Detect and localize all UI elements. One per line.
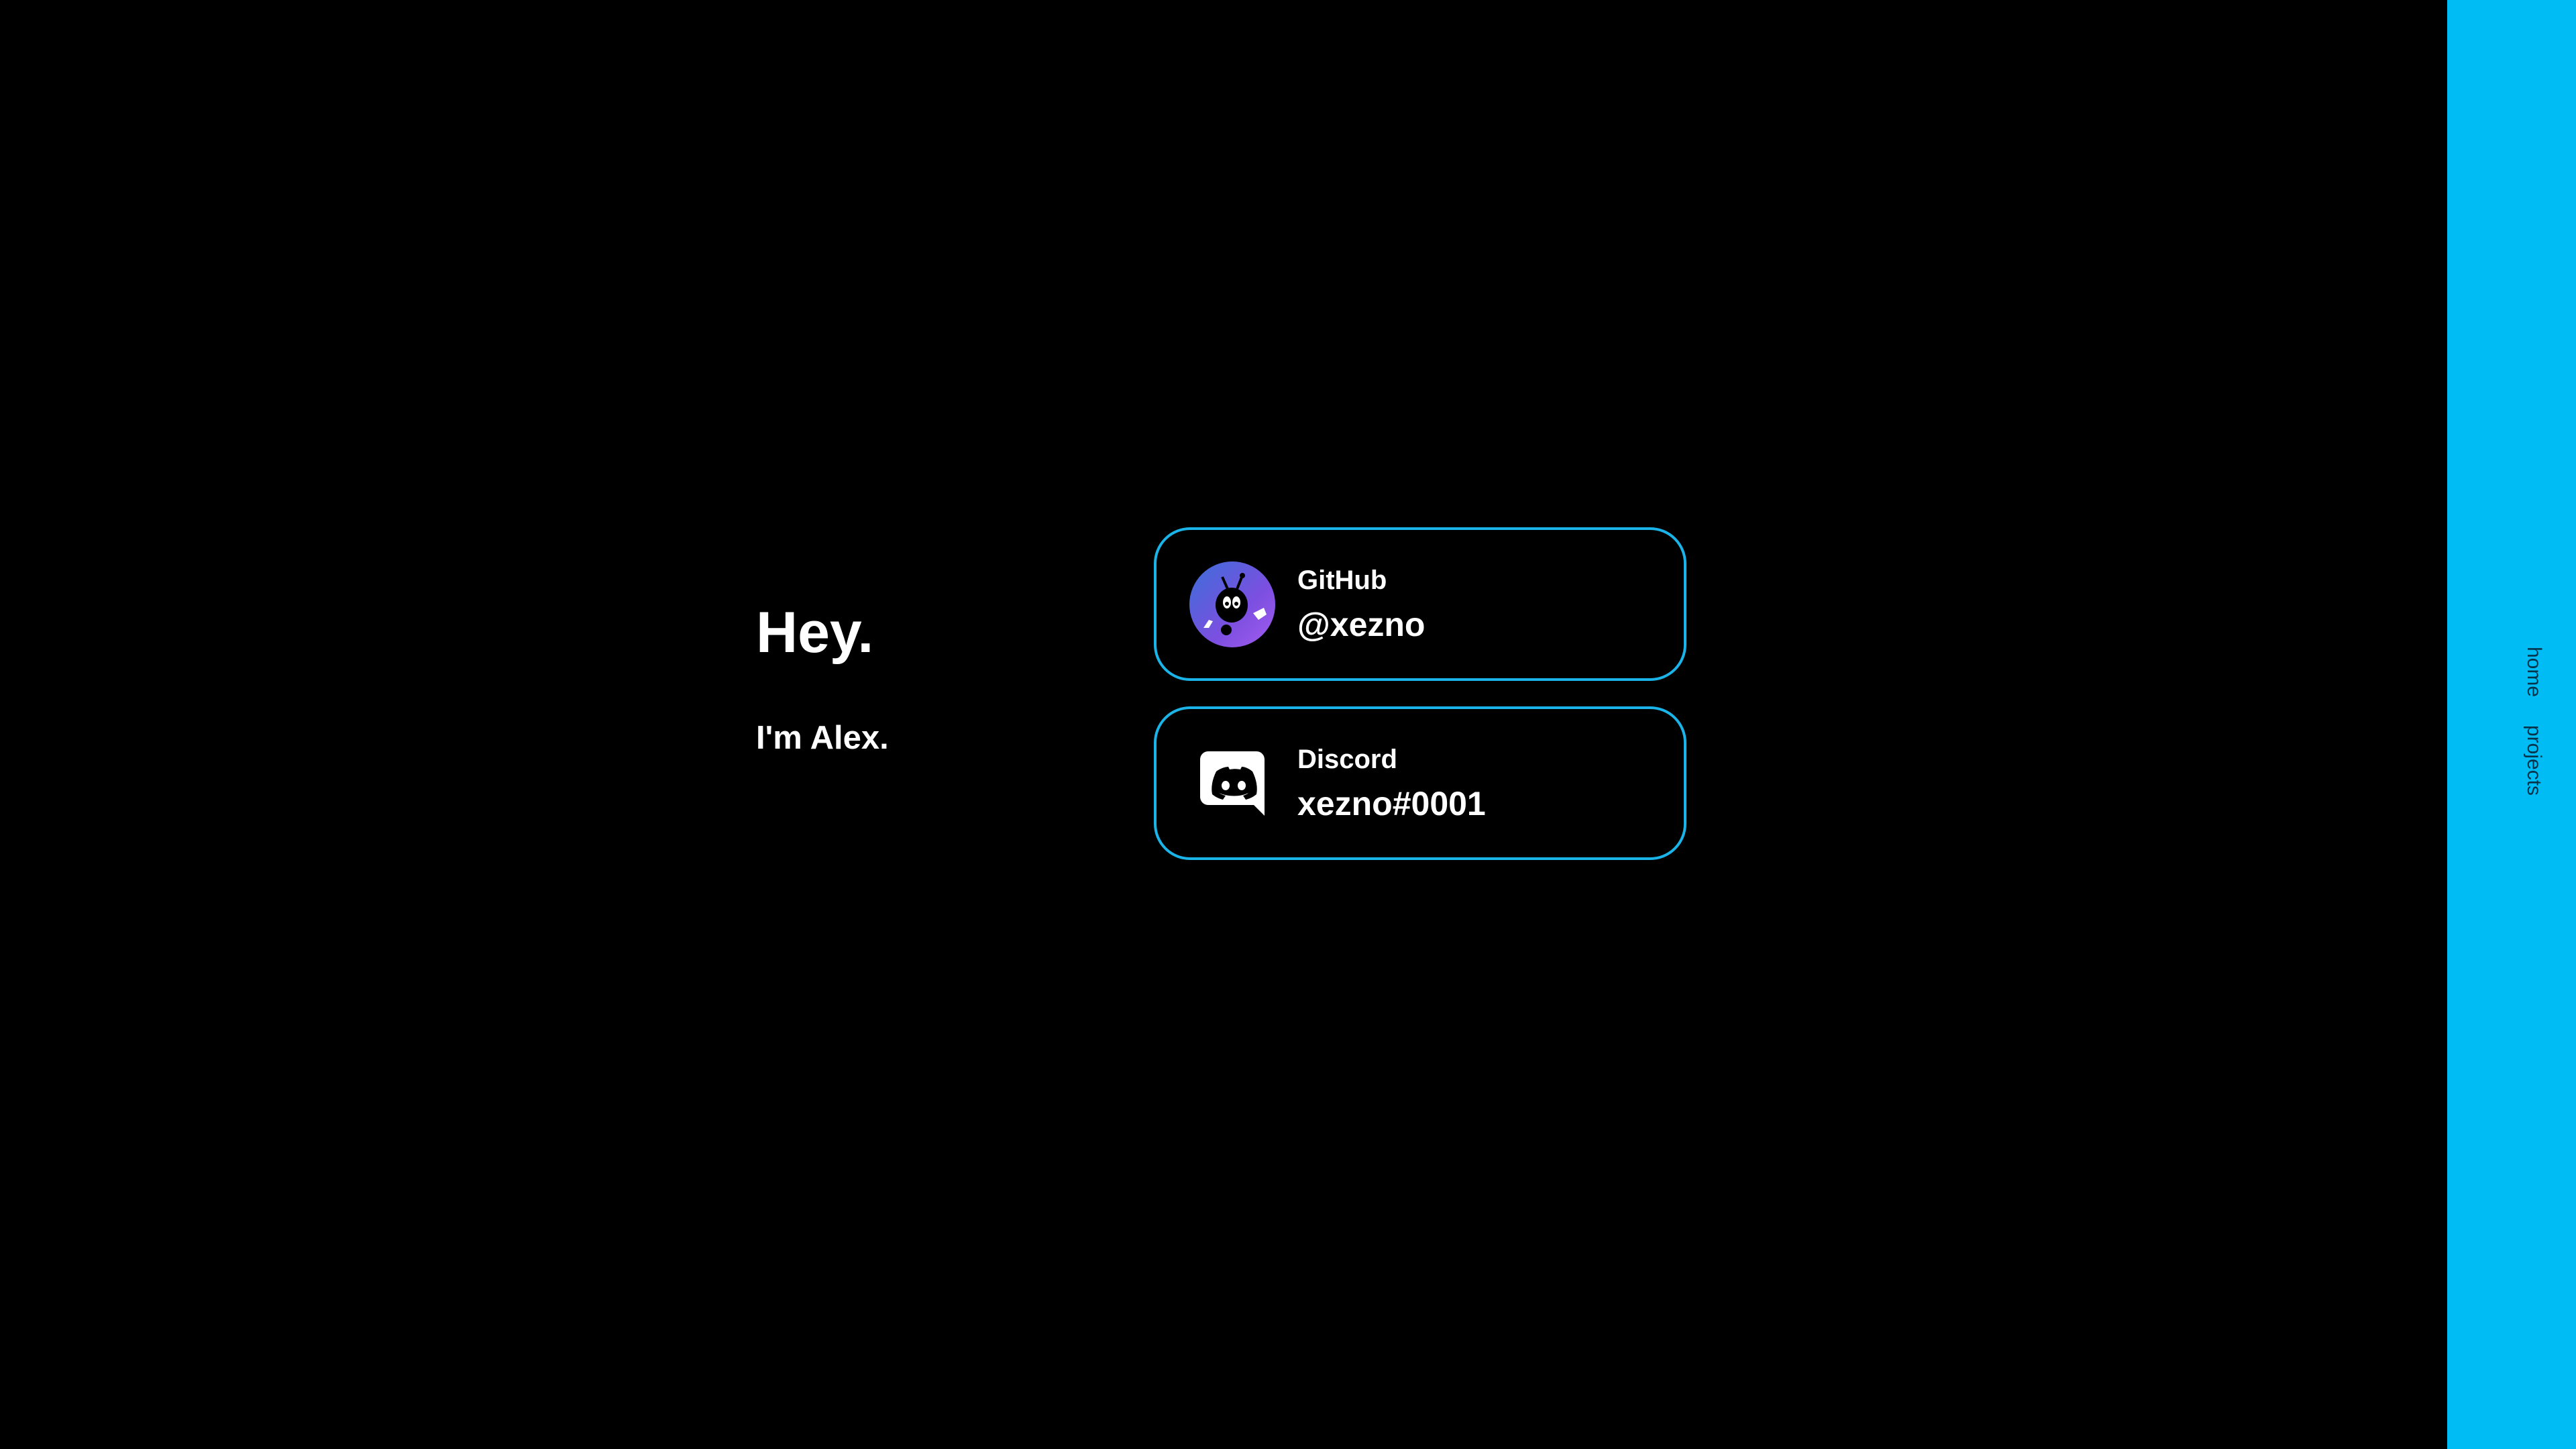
github-card[interactable]: GitHub @xezno bbox=[1154, 527, 1686, 681]
discord-icon bbox=[1189, 740, 1276, 827]
github-label: GitHub bbox=[1297, 565, 1387, 595]
github-username: @xezno bbox=[1297, 605, 1426, 643]
nav-link-home[interactable]: home bbox=[2522, 647, 2545, 697]
sidebar-nav: home projects bbox=[2522, 647, 2545, 796]
intro: Hey. I'm Alex. bbox=[756, 604, 889, 755]
github-text: GitHub @xezno bbox=[1297, 564, 1425, 645]
github-avatar-icon bbox=[1189, 561, 1276, 648]
nav-link-projects[interactable]: projects bbox=[2522, 725, 2545, 796]
discord-label: Discord bbox=[1297, 744, 1397, 774]
page: Hey. I'm Alex. GitHub @xezno Discord xez… bbox=[0, 0, 2576, 1449]
discord-username: xezno#0001 bbox=[1297, 784, 1486, 822]
discord-text: Discord xezno#0001 bbox=[1297, 743, 1486, 824]
discord-card[interactable]: Discord xezno#0001 bbox=[1154, 706, 1686, 860]
greeting-subheading: I'm Alex. bbox=[756, 720, 889, 756]
greeting-heading: Hey. bbox=[756, 600, 874, 665]
sidebar: home projects bbox=[2447, 0, 2576, 1449]
